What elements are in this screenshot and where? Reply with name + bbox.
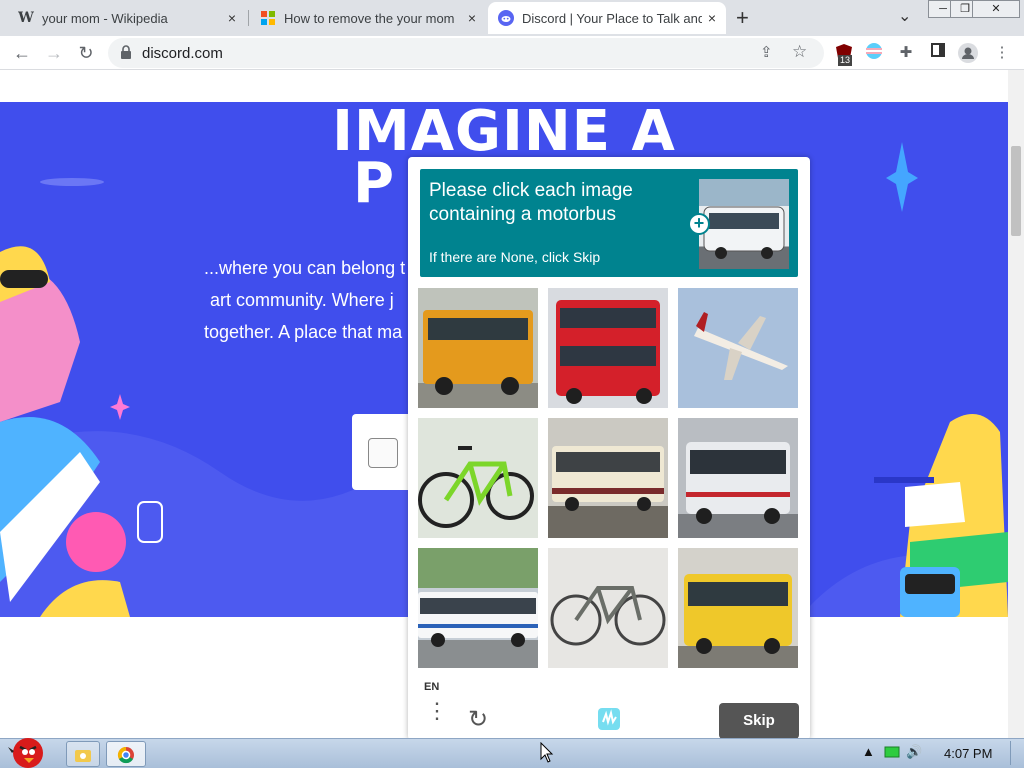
profile-avatar-icon[interactable] — [958, 43, 978, 63]
tray-expand-icon[interactable]: ▲ — [862, 744, 875, 759]
forward-button[interactable]: → — [42, 41, 66, 65]
challenge-tile-school-bus[interactable] — [418, 288, 538, 408]
close-tab-icon[interactable]: × — [228, 10, 236, 26]
refresh-challenge-icon[interactable]: ↻ — [468, 705, 488, 734]
mouse-cursor-icon — [540, 741, 554, 769]
challenge-tile-yellow-bus[interactable] — [678, 548, 798, 668]
reload-button[interactable]: ↻ — [74, 41, 98, 65]
tab-discord[interactable]: Discord | Your Place to Talk and × — [488, 2, 726, 34]
challenge-tile-city-bus[interactable] — [678, 418, 798, 538]
file-explorer-icon[interactable] — [66, 741, 100, 767]
close-tab-icon[interactable]: × — [468, 10, 476, 26]
system-tray: ▲ 🔊 4:07 PM — [858, 741, 1024, 765]
challenge-tile-double-decker-bus[interactable] — [548, 288, 668, 408]
challenge-tile-articulated-bus[interactable] — [418, 548, 538, 668]
network-icon[interactable] — [884, 745, 900, 762]
address-bar[interactable]: discord.com ⇪ ☆ — [108, 38, 824, 68]
scrollbar-thumb[interactable] — [1011, 146, 1021, 236]
prompt-text: Please click each image containing a mot… — [429, 180, 633, 225]
prompt-subtext: If there are None, click Skip — [429, 249, 601, 265]
share-icon[interactable]: ⇪ — [760, 43, 773, 61]
tab-search-icon[interactable]: ⌄ — [898, 6, 911, 26]
bookmark-star-icon[interactable]: ☆ — [792, 42, 807, 62]
skip-button[interactable]: Skip — [719, 703, 799, 739]
show-desktop-button[interactable] — [1010, 741, 1022, 765]
tab-wikipedia[interactable]: W your mom - Wikipedia × — [8, 2, 246, 34]
captcha-checkbox[interactable] — [368, 438, 398, 468]
url-text: discord.com — [142, 45, 223, 62]
hcaptcha-challenge: Please click each image containing a mot… — [408, 157, 810, 740]
volume-icon[interactable]: 🔊 — [906, 744, 922, 760]
hcaptcha-logo-icon[interactable] — [594, 704, 624, 740]
lock-icon[interactable] — [120, 45, 132, 64]
chrome-taskbar-button[interactable] — [106, 741, 146, 767]
hero-title-line-1: IMAGINE A — [332, 99, 676, 164]
extensions-puzzle-icon[interactable]: ✚ — [896, 43, 916, 63]
close-tab-icon[interactable]: × — [708, 10, 716, 26]
challenge-prompt: Please click each image containing a mot… — [420, 169, 798, 277]
clock[interactable]: 4:07 PM — [944, 746, 992, 761]
tab-title: Discord | Your Place to Talk and — [522, 10, 702, 26]
challenge-tile-tram-bus[interactable] — [548, 418, 668, 538]
discord-icon — [498, 10, 514, 26]
tab-separator — [248, 10, 249, 26]
extension-ublock-icon[interactable]: 13 — [834, 43, 854, 66]
language-selector[interactable]: EN — [424, 681, 439, 693]
back-button[interactable]: ← — [10, 41, 34, 65]
captcha-widget — [352, 414, 412, 490]
page-scrollbar[interactable] — [1008, 70, 1024, 738]
extension-badge: 13 — [838, 55, 853, 66]
captcha-menu-icon[interactable]: ⋮ — [426, 700, 448, 722]
side-panel-icon[interactable] — [928, 43, 948, 63]
microsoft-icon — [260, 10, 276, 26]
browser-toolbar: ← → ↻ discord.com ⇪ ☆ 13 ✚ ⋮ — [0, 36, 1024, 70]
tab-microsoft[interactable]: How to remove the your mom × — [250, 2, 486, 34]
expand-sample-icon[interactable]: + — [688, 213, 710, 235]
challenge-tile-airplane[interactable] — [678, 288, 798, 408]
wikipedia-icon: W — [18, 10, 34, 26]
chrome-menu-icon[interactable]: ⋮ — [992, 43, 1012, 63]
new-tab-button[interactable]: + — [736, 5, 749, 31]
challenge-tile-bicycle[interactable] — [418, 418, 538, 538]
challenge-tile-bicycle[interactable] — [548, 548, 668, 668]
tab-title: How to remove the your mom — [284, 10, 455, 26]
close-window-button[interactable]: ✕ — [972, 0, 1020, 18]
sample-bus-image — [699, 179, 789, 269]
tab-title: your mom - Wikipedia — [42, 10, 168, 26]
extension-pride-icon[interactable] — [864, 43, 884, 63]
tab-strip: W your mom - Wikipedia × How to remove t… — [0, 0, 1024, 36]
windows-taskbar: ▲ 🔊 4:07 PM — [0, 738, 1024, 768]
